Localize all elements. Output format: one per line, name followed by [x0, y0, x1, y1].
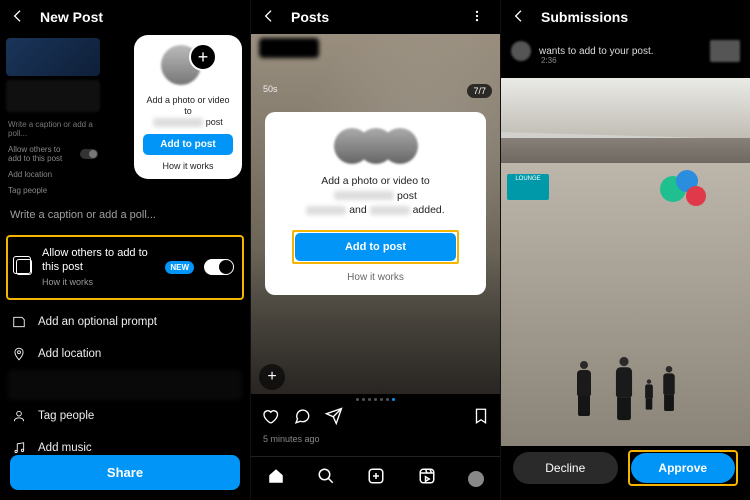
add-fab[interactable]: +	[259, 364, 285, 390]
avatar-add: +	[161, 45, 215, 87]
how-it-works-link[interactable]: How it works	[162, 161, 213, 171]
logo-sculpture	[660, 170, 710, 210]
redacted-row	[8, 370, 242, 400]
decline-button[interactable]: Decline	[513, 452, 618, 484]
card-text: Add a photo or video to post	[142, 95, 234, 127]
back-icon[interactable]	[261, 8, 277, 27]
tag-people-row[interactable]: Tag people	[0, 400, 250, 432]
reels-icon[interactable]	[418, 467, 436, 490]
like-icon[interactable]	[261, 407, 279, 430]
submission-text: wants to add to your post.	[539, 46, 654, 57]
redacted-username	[259, 38, 319, 58]
post-actions	[251, 407, 500, 430]
bottom-nav	[251, 456, 500, 500]
home-icon[interactable]	[267, 467, 285, 490]
allow-toggle[interactable]	[204, 259, 234, 275]
add-to-post-card: + Add a photo or video to post Add to po…	[134, 35, 242, 179]
comment-icon[interactable]	[293, 407, 311, 430]
page-title: New Post	[40, 9, 103, 25]
back-icon[interactable]	[511, 8, 527, 27]
save-icon[interactable]	[472, 407, 490, 430]
share-icon[interactable]	[325, 407, 343, 430]
mini-toggle[interactable]	[80, 149, 98, 159]
submission-thumb	[710, 40, 740, 62]
add-prompt-row[interactable]: Add an optional prompt	[0, 306, 250, 338]
media-thumb[interactable]	[6, 38, 100, 76]
highlight-box: Add to post	[292, 230, 459, 264]
stack-icon	[16, 259, 32, 275]
mini-allow-row: Allow others to add to this post	[8, 145, 98, 163]
media-thumb[interactable]	[6, 80, 100, 112]
submission-row[interactable]: wants to add to your post.	[501, 34, 750, 72]
submission-photo[interactable]: LOUNGE	[501, 78, 750, 446]
posts-screen: Posts 50s 7/7 Add a photo or video to po…	[250, 0, 500, 500]
mini-tag: Tag people	[8, 186, 98, 195]
back-icon[interactable]	[10, 8, 26, 27]
add-to-post-button[interactable]: Add to post	[143, 134, 233, 155]
how-it-works-link[interactable]: How it works	[42, 277, 155, 288]
submissions-screen: Submissions wants to add to your post. 2…	[500, 0, 750, 500]
caption-input[interactable]: Write a caption or add a poll...	[0, 199, 250, 229]
header: New Post	[0, 0, 250, 34]
submission-time: 2:36	[541, 56, 557, 65]
carousel-dots	[251, 398, 500, 401]
modal-text: Add a photo or video to post and added.	[306, 174, 444, 218]
add-location-row[interactable]: Add location	[0, 338, 250, 370]
create-icon[interactable]	[367, 467, 385, 490]
lounge-sign: LOUNGE	[507, 174, 549, 200]
avatar	[511, 41, 531, 61]
elapsed-time: 50s	[263, 84, 278, 94]
highlight-box: Approve	[628, 450, 739, 486]
carousel-counter: 7/7	[467, 84, 492, 98]
new-badge: NEW	[165, 261, 194, 274]
add-to-post-button[interactable]: Add to post	[295, 233, 456, 261]
profile-icon[interactable]	[468, 471, 484, 487]
more-icon[interactable]	[464, 3, 490, 32]
search-icon[interactable]	[317, 467, 335, 490]
how-it-works-link[interactable]: How it works	[347, 272, 404, 283]
approve-button[interactable]: Approve	[631, 453, 736, 483]
allow-title: Allow others to add to this post	[42, 247, 155, 275]
share-button[interactable]: Share	[10, 455, 240, 490]
mini-location: Add location	[8, 170, 98, 179]
allow-others-toggle-row[interactable]: Allow others to add to this post How it …	[6, 235, 244, 300]
add-to-post-modal: Add a photo or video to post and added. …	[265, 112, 486, 295]
post-time: 5 minutes ago	[263, 434, 320, 444]
mini-caption: Write a caption or add a poll...	[8, 120, 98, 138]
page-title: Posts	[291, 9, 329, 25]
header: Submissions	[501, 0, 750, 34]
mini-options: Write a caption or add a poll... Allow o…	[6, 116, 100, 195]
approval-actions: Decline Approve	[501, 450, 750, 486]
avatar-group	[340, 128, 412, 164]
new-post-screen: New Post Write a caption or add a poll..…	[0, 0, 250, 500]
header: Posts	[251, 0, 500, 34]
plus-icon: +	[189, 43, 217, 71]
page-title: Submissions	[541, 9, 628, 25]
